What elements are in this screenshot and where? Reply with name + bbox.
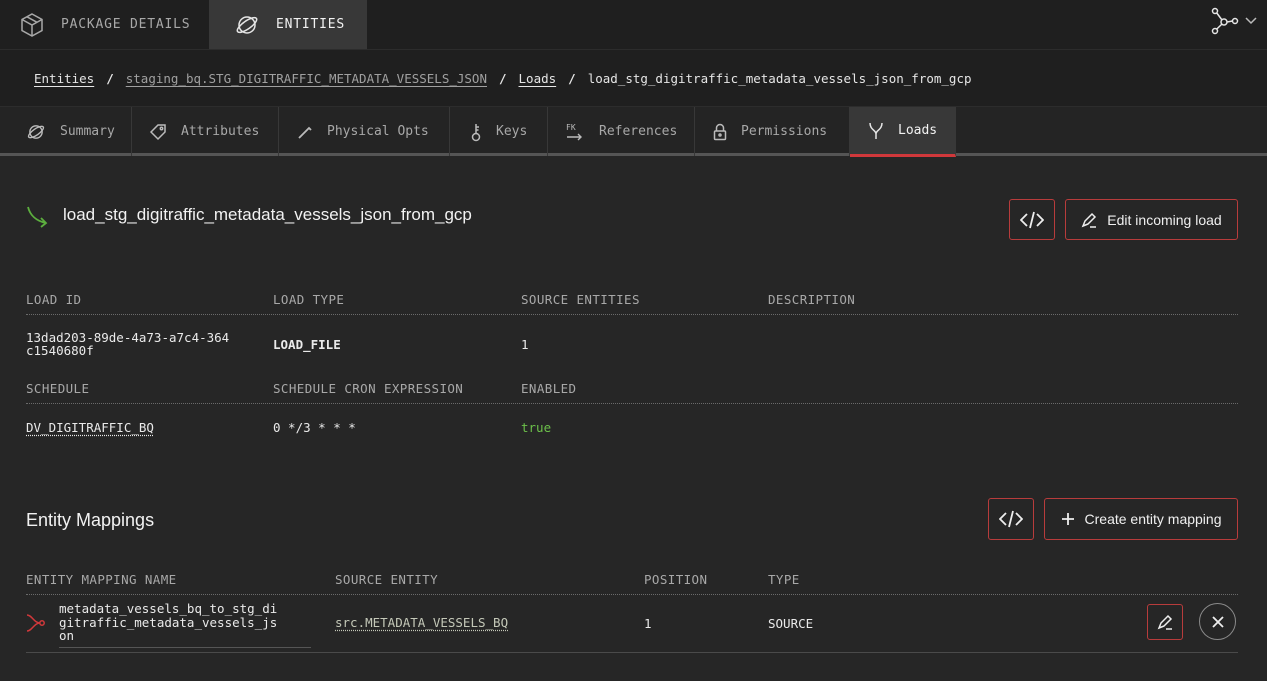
column-header: POSITION (644, 572, 708, 587)
edit-icon (1081, 212, 1097, 228)
close-icon (1211, 615, 1224, 628)
divider (26, 314, 1238, 315)
breadcrumb-separator: / (106, 70, 114, 86)
incoming-load-icon (27, 206, 48, 228)
package-icon (21, 12, 43, 37)
tab-loads[interactable]: Loads (850, 107, 956, 157)
mapping-name-line: gitraffic_metadata_vessels_js (59, 614, 278, 630)
column-header: ENTITY MAPPING NAME (26, 572, 177, 587)
plus-icon (1061, 513, 1074, 525)
breadcrumb-entity-link[interactable]: staging_bq.STG_DIGITRAFFIC_METADATA_VESS… (126, 71, 487, 86)
breadcrumb-separator: / (568, 70, 576, 86)
load-type-value: LOAD_FILE (273, 337, 341, 352)
column-header: SOURCE ENTITY (335, 572, 439, 587)
breadcrumb-loads-link[interactable]: Loads (519, 71, 557, 86)
tab-physical-opts[interactable]: Physical Opts (279, 107, 450, 156)
top-nav: PACKAGE DETAILS ENTITIES (0, 0, 1267, 49)
cron-value: 0 */3 * * * (273, 420, 356, 435)
mapping-source-icon (26, 614, 45, 632)
top-tab-package-details[interactable]: PACKAGE DETAILS (0, 0, 209, 49)
tab-label: Summary (60, 124, 115, 139)
edit-icon (1157, 614, 1173, 630)
mapping-name-line: on (59, 628, 75, 643)
top-tab-entities[interactable]: ENTITIES (209, 0, 367, 49)
tab-keys[interactable]: Keys (450, 107, 548, 156)
top-tab-label: ENTITIES (276, 17, 346, 32)
delete-mapping-button[interactable] (1199, 603, 1236, 640)
description-label: DESCRIPTION (768, 292, 856, 307)
divider (26, 403, 1238, 404)
chevron-down-icon (1245, 17, 1257, 25)
divider (26, 652, 1238, 653)
tab-attributes[interactable]: Attributes (132, 107, 279, 156)
lock-icon (713, 123, 727, 140)
tab-label: Permissions (741, 124, 828, 139)
wrench-icon (298, 126, 312, 139)
load-id-line: c1540680f (26, 343, 94, 358)
code-icon (999, 510, 1023, 528)
breadcrumb: Entities / staging_bq.STG_DIGITRAFFIC_ME… (0, 49, 1267, 106)
schedule-label: SCHEDULE (26, 381, 90, 396)
source-entities-label: SOURCE ENTITIES (521, 292, 640, 307)
tab-label: Attributes (181, 124, 260, 139)
enabled-label: ENABLED (521, 381, 577, 396)
key-icon (471, 123, 481, 141)
edit-incoming-load-button[interactable]: Edit incoming load (1065, 199, 1238, 240)
top-tab-label: PACKAGE DETAILS (61, 17, 191, 32)
divider (26, 594, 1238, 595)
graph-network-icon (1211, 7, 1239, 35)
tab-label: References (599, 124, 678, 139)
load-id-label: LOAD ID (26, 292, 82, 307)
entity-icon (236, 15, 258, 34)
mapping-name-line: metadata_vessels_bq_to_stg_di (59, 601, 278, 616)
breadcrumb-separator: / (498, 70, 507, 86)
tab-label: Loads (898, 123, 938, 138)
svg-text:FK: FK (566, 123, 576, 132)
position-value: 1 (644, 616, 652, 631)
graph-menu-button[interactable] (1211, 6, 1257, 36)
create-entity-mapping-button[interactable]: Create entity mapping (1044, 498, 1238, 540)
tab-summary[interactable]: Summary (0, 107, 132, 156)
entity-icon (27, 124, 45, 139)
entity-mappings-title: Entity Mappings (26, 510, 155, 530)
code-icon (1020, 211, 1044, 228)
load-type-label: LOAD TYPE (273, 292, 345, 307)
entity-tabs: Summary Attributes Physical Opts Keys FK… (0, 106, 1267, 157)
source-entity-link[interactable]: src.METADATA_VESSELS_BQ (335, 615, 508, 630)
tab-label: Keys (496, 124, 528, 139)
fk-icon: FK (566, 123, 582, 140)
column-header: TYPE (768, 572, 800, 587)
edit-mapping-button[interactable] (1147, 604, 1183, 640)
tab-references[interactable]: FK References (548, 107, 695, 156)
tab-label: Physical Opts (327, 124, 429, 139)
create-entity-mapping-label: Create entity mapping (1084, 511, 1222, 527)
load-icon (869, 122, 883, 139)
tag-icon (149, 123, 166, 140)
enabled-value: true (521, 420, 552, 435)
load-id-value: 13dad203-89de-4a73-a7c4-364 c1540680f (26, 331, 229, 357)
schedule-link[interactable]: DV_DIGITRAFFIC_BQ (26, 420, 154, 435)
edit-incoming-load-label: Edit incoming load (1107, 211, 1222, 228)
view-code-button[interactable] (1009, 199, 1055, 240)
breadcrumb-current: load_stg_digitraffic_metadata_vessels_js… (587, 70, 972, 86)
load-title: load_stg_digitraffic_metadata_vessels_js… (63, 205, 472, 224)
mapping-name-link[interactable]: metadata_vessels_bq_to_stg_di gitraffic_… (59, 602, 311, 648)
tab-permissions[interactable]: Permissions (695, 107, 850, 156)
source-entities-value: 1 (521, 337, 529, 352)
breadcrumb-entities-link[interactable]: Entities (34, 71, 94, 86)
type-value: SOURCE (768, 616, 814, 631)
mappings-view-code-button[interactable] (988, 498, 1034, 540)
cron-label: SCHEDULE CRON EXPRESSION (273, 381, 464, 396)
